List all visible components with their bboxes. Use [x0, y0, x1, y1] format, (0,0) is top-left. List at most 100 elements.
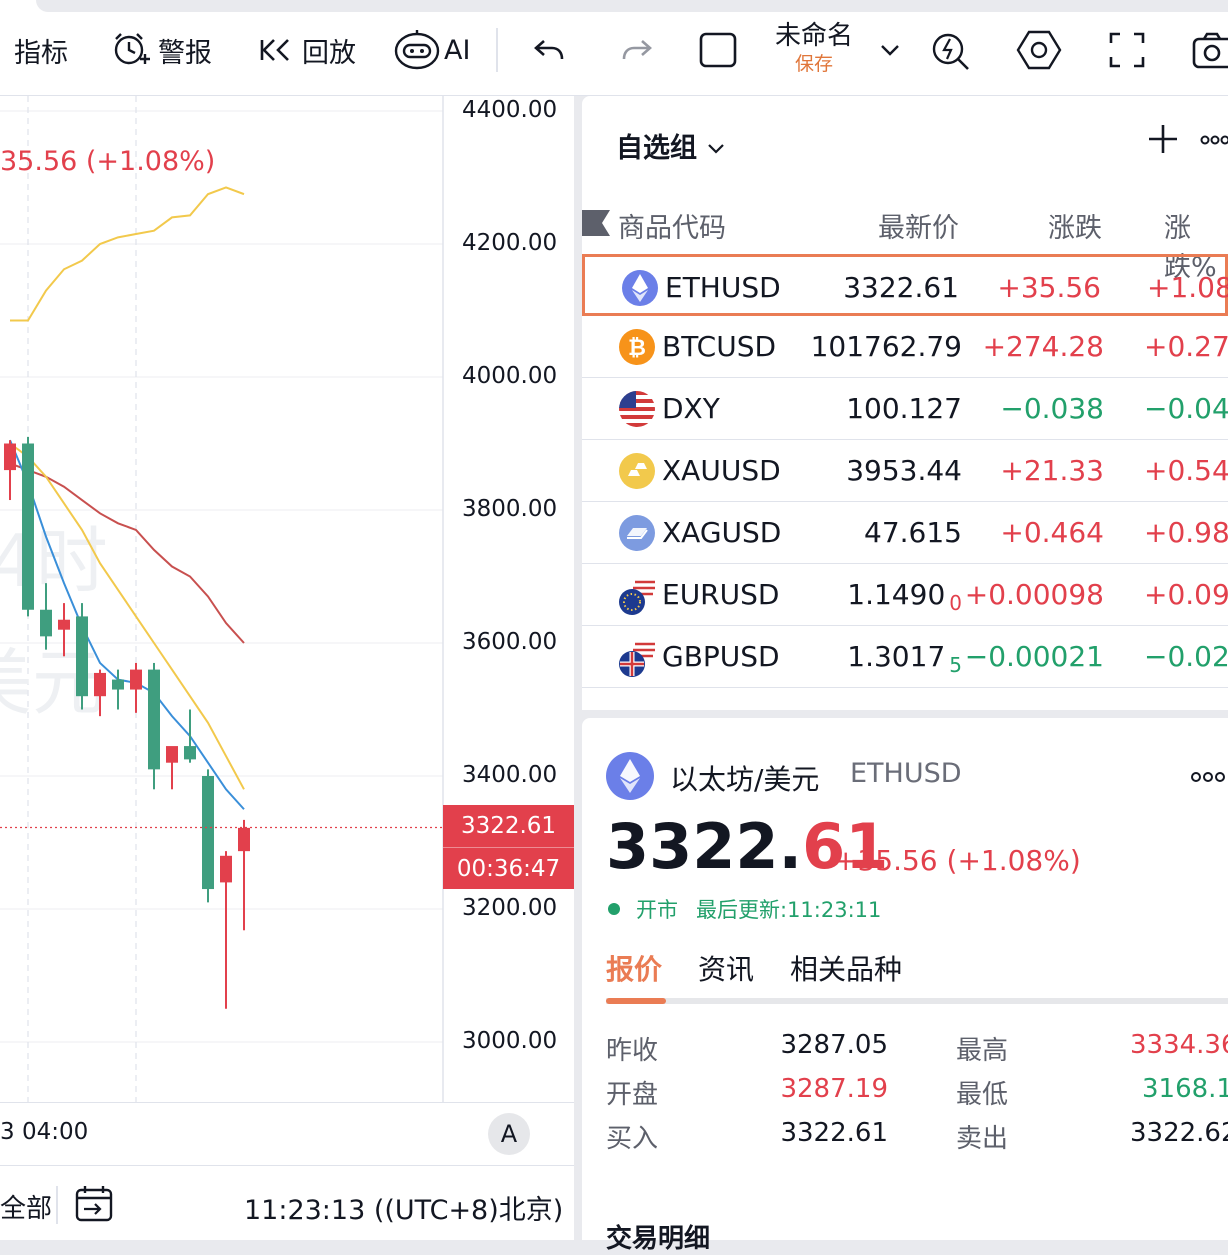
watchlist-row[interactable]: XAUUSD3953.44+21.33+0.54%: [582, 440, 1228, 502]
ma-upper-line: [10, 187, 244, 320]
watchlist-row[interactable]: EURUSD1.14900+0.00098+0.09%: [582, 564, 1228, 626]
undo-button[interactable]: [532, 28, 566, 72]
row-change: +21.33: [1000, 454, 1104, 487]
top-strip: [36, 0, 1228, 12]
candle-body: [202, 776, 214, 889]
screenshot-button[interactable]: [1192, 28, 1228, 72]
row-last-price-highlight: 5: [944, 516, 962, 549]
price-axis-label: 4400.00: [462, 97, 557, 123]
row-last-price-main: 47.61: [864, 516, 944, 549]
redo-button[interactable]: [620, 28, 654, 72]
camera-icon: [1192, 31, 1228, 69]
watchlist-row[interactable]: GBPUSD1.30175−0.00021−0.02%: [582, 626, 1228, 688]
candle-body: [76, 616, 88, 696]
watchlist-title: 自选组: [616, 133, 697, 164]
quick-search-button[interactable]: [930, 28, 972, 72]
fullscreen-icon: [1108, 31, 1146, 69]
trade-details-title: 交易明细: [606, 1218, 710, 1255]
time-axis[interactable]: 3 04:00 A 全部 11:23:13 ((UTC+8)北京): [0, 1102, 574, 1240]
price-change: +35.56 (+1.08%): [834, 844, 1081, 877]
fullscreen-button[interactable]: [1108, 28, 1146, 72]
row-symbol: BTCUSD: [662, 330, 776, 363]
undo-icon: [532, 35, 566, 65]
toolbar-divider: [496, 28, 498, 72]
clock-timezone[interactable]: 11:23:13 ((UTC+8)北京): [244, 1188, 563, 1227]
row-last-price: 3322.61: [843, 271, 959, 304]
price-axis-label: 3800.00: [462, 496, 557, 522]
price-axis-label: 3400.00: [462, 762, 557, 788]
row-last-price-subdigit: 0: [949, 591, 962, 615]
time-axis-label: 3 04:00: [0, 1119, 88, 1145]
uk-us-flag-icon: [618, 638, 658, 685]
watchlist-row[interactable]: ₿BTCUSD101762.79+274.28+0.27%: [582, 316, 1228, 378]
layout-dropdown[interactable]: [878, 28, 902, 72]
row-last-price-main: 3953.: [846, 454, 926, 487]
lightning-search-icon: [930, 29, 972, 71]
ai-label: AI: [444, 35, 470, 66]
indicators-button[interactable]: 指标: [0, 28, 68, 72]
candle-body: [94, 673, 106, 696]
row-change: +0.464: [1000, 516, 1104, 549]
add-symbol-button[interactable]: [1146, 122, 1180, 162]
watchlist-selector[interactable]: 自选组: [616, 126, 726, 165]
watchlist-row[interactable]: ETHUSD3322.61+35.56+1.08%: [582, 254, 1228, 316]
auto-scale-button[interactable]: A: [488, 1113, 530, 1155]
range-all-button[interactable]: 全部: [0, 1188, 52, 1225]
settings-button[interactable]: [1016, 28, 1062, 72]
stat-label: 昨收: [606, 1030, 658, 1067]
row-last-price: 100.127: [846, 392, 962, 425]
watchlist-more-button[interactable]: [1200, 124, 1228, 152]
row-last-price-highlight: 61: [923, 271, 959, 304]
chart-panel[interactable]: 4时 美元 35.56 (+1.08%) 4400.004200.004000.…: [0, 96, 574, 1240]
price-axis-label: 4200.00: [462, 230, 557, 256]
chevron-down-icon: [706, 133, 726, 164]
watchlist-row[interactable]: DXY100.127−0.038−0.04%: [582, 378, 1228, 440]
column-last[interactable]: 最新价: [878, 206, 959, 245]
square-icon: [698, 30, 738, 70]
row-change: −0.038: [1000, 392, 1104, 425]
replay-button[interactable]: 回放: [258, 28, 356, 72]
alarm-clock-icon: [110, 29, 152, 71]
row-change-pct: +1.08%: [1147, 271, 1228, 304]
watchlist-header: 商品代码 最新价 涨跌 涨跌%: [582, 196, 1228, 252]
robot-icon: [394, 29, 444, 71]
replay-label: 回放: [302, 31, 356, 70]
column-change[interactable]: 涨跌: [1048, 206, 1102, 245]
symbol-detail-panel: 以太坊/美元 ETHUSD 3322.61 +35.56 (+1.08%) 开市…: [582, 718, 1228, 1240]
watchlist-row-partial[interactable]: [582, 688, 1228, 716]
gold-icon: [618, 452, 656, 497]
more-icon: [1200, 134, 1228, 146]
layout-name-selector[interactable]: 未命名 保存: [772, 20, 856, 76]
row-change: −0.00021: [965, 640, 1104, 673]
silver-icon: [618, 514, 656, 559]
save-label[interactable]: 保存: [772, 52, 856, 76]
chart-watermark-interval: 4时: [0, 519, 108, 603]
alerts-button[interactable]: 警报: [110, 28, 212, 72]
goto-date-icon[interactable]: [74, 1184, 114, 1228]
row-symbol: XAGUSD: [662, 516, 781, 549]
tab-news[interactable]: 资讯: [698, 948, 754, 988]
market-open-label: 开市: [636, 894, 678, 924]
row-last-price-main: 1.3017: [847, 640, 945, 673]
symbol-code: ETHUSD: [850, 758, 962, 789]
row-change-pct: +0.09%: [1144, 578, 1228, 611]
ethereum-icon: [606, 752, 654, 804]
layout-button[interactable]: [698, 28, 738, 72]
watchlist-row[interactable]: XAGUSD47.615+0.464+0.98%: [582, 502, 1228, 564]
ai-button[interactable]: AI: [394, 28, 470, 72]
tab-related[interactable]: 相关品种: [790, 948, 902, 988]
top-toolbar: 指标 警报 回放 AI 未命名 保存: [0, 0, 1228, 96]
price-axis-label: 4000.00: [462, 363, 557, 389]
price-axis-label: 3000.00: [462, 1028, 557, 1054]
alerts-label: 警报: [158, 31, 212, 70]
row-last-price-main: 1.1490: [847, 578, 945, 611]
detail-more-button[interactable]: [1190, 762, 1226, 790]
tab-quote[interactable]: 报价: [606, 948, 662, 988]
column-symbol[interactable]: 商品代码: [618, 206, 726, 245]
stat-value: 3287.05: [780, 1030, 888, 1060]
candle-body: [40, 610, 52, 637]
row-last-price-main: 100.12: [846, 392, 944, 425]
layout-name: 未命名: [772, 20, 856, 52]
active-tab-indicator: [606, 998, 666, 1004]
price-axis-label: 3600.00: [462, 629, 557, 655]
